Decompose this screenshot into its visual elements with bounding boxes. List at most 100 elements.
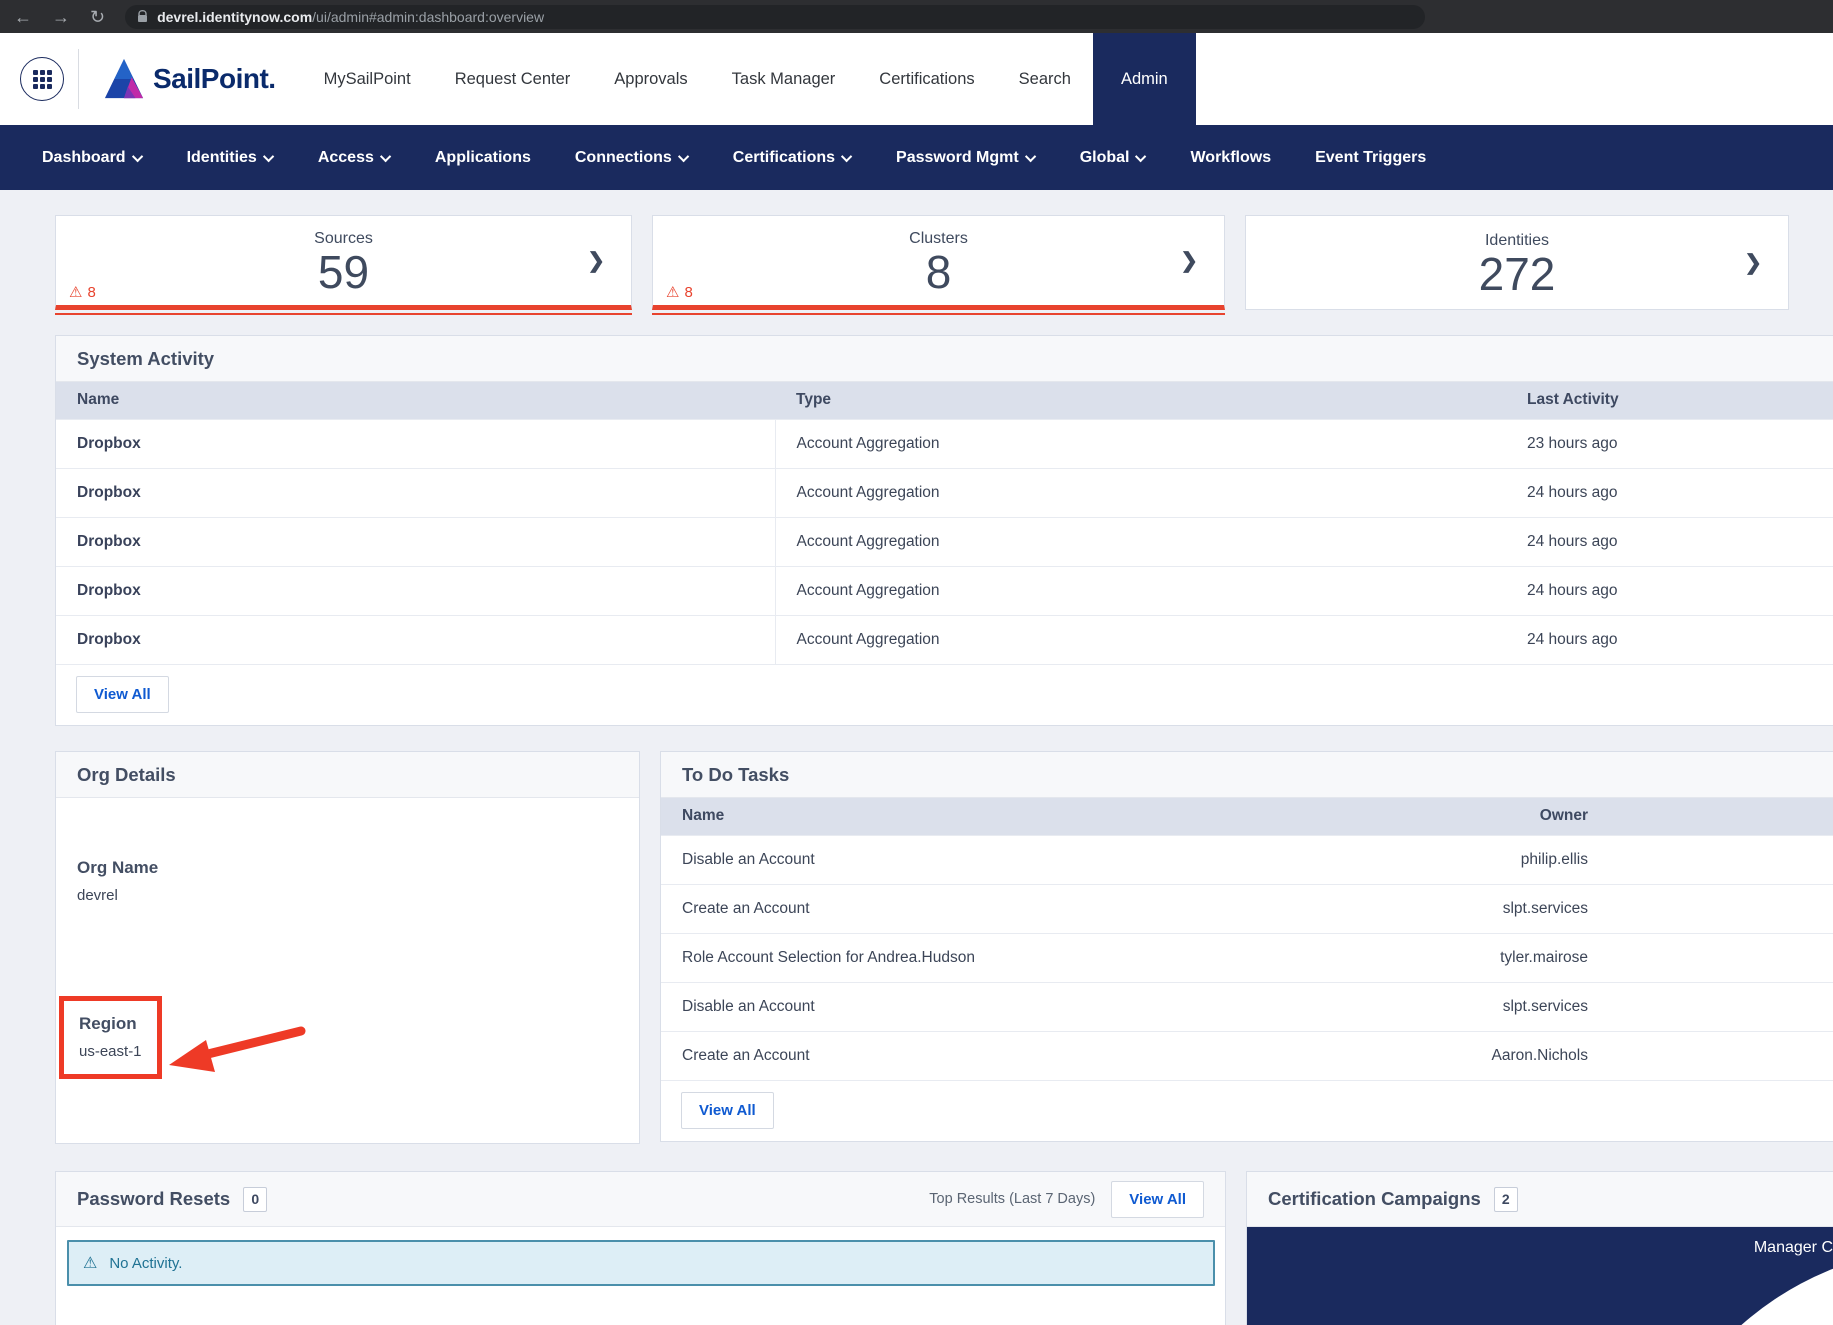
region-value: us-east-1 — [79, 1043, 142, 1060]
org-details-section: Org Details Org Name devrel Region us-ea… — [55, 751, 640, 1144]
system-activity-footer: View All — [56, 664, 1833, 725]
subnav-certifications[interactable]: Certifications — [711, 149, 874, 167]
region-label: Region — [79, 1014, 142, 1034]
table-row[interactable]: Disable an Account slpt.services — [661, 982, 1833, 1031]
password-resets-view-all-button[interactable]: View All — [1111, 1181, 1204, 1218]
top-navigation: SailPoint. MySailPoint Request Center Ap… — [0, 33, 1833, 125]
todo-tasks-header: To Do Tasks — [661, 752, 1833, 798]
system-activity-view-all-button[interactable]: View All — [76, 676, 169, 713]
certification-campaigns-count-badge: 2 — [1494, 1187, 1518, 1212]
identities-value: 272 — [1479, 250, 1556, 298]
clusters-value: 8 — [926, 248, 952, 296]
todo-tasks-table: Name Owner Disable an Account philip.ell… — [661, 798, 1833, 1080]
url-path: /ui/admin#admin:dashboard:overview — [312, 9, 544, 25]
campaign-donut-chart — [1637, 1247, 1833, 1325]
region-annotation-box: Region us-east-1 — [59, 996, 162, 1079]
chevron-down-icon — [1135, 150, 1146, 161]
clusters-warning-badge: ⚠ 8 — [666, 283, 693, 301]
password-resets-count-badge: 0 — [243, 1187, 267, 1212]
password-resets-title: Password Resets — [77, 1188, 230, 1210]
identitynow-admin-dashboard: ← → ↻ devrel.identitynow.com/ui/admin#ad… — [0, 0, 1833, 1325]
subnav-dashboard[interactable]: Dashboard — [20, 149, 165, 167]
top-nav-mysailpoint[interactable]: MySailPoint — [302, 33, 433, 125]
url-domain: devrel.identitynow.com — [157, 9, 312, 25]
table-row[interactable]: Dropbox Account Aggregation 23 hours ago — [56, 419, 1833, 468]
system-activity-title: System Activity — [77, 348, 214, 370]
column-name[interactable]: Name — [56, 382, 775, 419]
table-row[interactable]: Create an Account slpt.services — [661, 884, 1833, 933]
org-name-label: Org Name — [77, 858, 618, 878]
subnav-access[interactable]: Access — [296, 149, 413, 167]
subnav-global[interactable]: Global — [1058, 149, 1169, 167]
certification-campaigns-title: Certification Campaigns — [1268, 1188, 1481, 1210]
clusters-warning-count: 8 — [684, 284, 692, 301]
column-owner[interactable]: Owner — [1492, 798, 1833, 835]
table-header-row: Name Owner — [661, 798, 1833, 835]
todo-tasks-section: To Do Tasks Name Owner Disable an Accoun… — [660, 751, 1833, 1142]
browser-back-icon[interactable]: ← — [14, 8, 32, 26]
subnav-event-triggers[interactable]: Event Triggers — [1293, 149, 1448, 167]
table-row[interactable]: Disable an Account philip.ellis — [661, 835, 1833, 884]
sources-warning-badge: ⚠ 8 — [69, 283, 96, 301]
top-nav-request-center[interactable]: Request Center — [433, 33, 593, 125]
subnav-workflows[interactable]: Workflows — [1168, 149, 1293, 167]
campaign-name-label: Manager C — [1754, 1239, 1833, 1257]
subnav-applications[interactable]: Applications — [413, 149, 553, 167]
top-nav-admin-active[interactable]: Admin — [1093, 33, 1196, 125]
top-nav-search[interactable]: Search — [997, 33, 1093, 125]
table-row[interactable]: Dropbox Account Aggregation 24 hours ago — [56, 615, 1833, 664]
chevron-down-icon — [1025, 150, 1036, 161]
column-name[interactable]: Name — [661, 798, 1492, 835]
chevron-right-icon[interactable]: ❯ — [1744, 250, 1762, 275]
url-text: devrel.identitynow.com/ui/admin#admin:da… — [157, 9, 544, 25]
lock-icon — [137, 10, 148, 23]
grid-icon — [33, 70, 52, 89]
subnav-password-mgmt[interactable]: Password Mgmt — [874, 149, 1058, 167]
table-row[interactable]: Dropbox Account Aggregation 24 hours ago — [56, 566, 1833, 615]
subnav-identities[interactable]: Identities — [165, 149, 296, 167]
browser-forward-icon[interactable]: → — [52, 8, 70, 26]
table-row[interactable]: Dropbox Account Aggregation 24 hours ago — [56, 517, 1833, 566]
warning-icon: ⚠ — [69, 283, 82, 301]
address-bar[interactable]: devrel.identitynow.com/ui/admin#admin:da… — [125, 5, 1425, 29]
table-row[interactable]: Role Account Selection for Andrea.Hudson… — [661, 933, 1833, 982]
no-activity-alert: ⚠ No Activity. — [67, 1240, 1215, 1286]
browser-reload-icon[interactable]: ↻ — [90, 8, 105, 26]
chevron-right-icon[interactable]: ❯ — [1180, 248, 1198, 273]
app-launcher-button[interactable] — [20, 57, 64, 101]
divider — [78, 49, 79, 109]
org-details-header: Org Details — [56, 752, 639, 798]
sources-card[interactable]: Sources 59 ❯ ⚠ 8 — [55, 215, 632, 310]
bottom-row: Password Resets 0 Top Results (Last 7 Da… — [55, 1171, 1833, 1325]
chevron-down-icon — [678, 150, 689, 161]
chevron-down-icon — [263, 150, 274, 161]
sources-value: 59 — [318, 248, 369, 296]
chevron-down-icon — [841, 150, 852, 161]
column-last-activity[interactable]: Last Activity — [1506, 382, 1833, 419]
sailpoint-logo[interactable]: SailPoint. — [89, 33, 302, 125]
table-header-row: Name Type Last Activity — [56, 382, 1833, 419]
sources-warning-count: 8 — [87, 284, 95, 301]
sailpoint-sail-icon — [103, 58, 145, 100]
browser-toolbar: ← → ↻ devrel.identitynow.com/ui/admin#ad… — [0, 0, 1833, 33]
column-type[interactable]: Type — [775, 382, 1506, 419]
org-details-title: Org Details — [77, 764, 176, 786]
top-results-label: Top Results (Last 7 Days) — [929, 1191, 1095, 1207]
chevron-right-icon[interactable]: ❯ — [587, 248, 605, 273]
clusters-card[interactable]: Clusters 8 ❯ ⚠ 8 — [652, 215, 1225, 310]
subnav-connections[interactable]: Connections — [553, 149, 711, 167]
org-name-value: devrel — [77, 887, 618, 904]
top-nav-task-manager[interactable]: Task Manager — [710, 33, 858, 125]
table-row[interactable]: Dropbox Account Aggregation 24 hours ago — [56, 468, 1833, 517]
todo-tasks-view-all-button[interactable]: View All — [681, 1092, 774, 1129]
top-nav-certifications[interactable]: Certifications — [857, 33, 996, 125]
system-activity-header: System Activity — [56, 336, 1833, 382]
system-activity-table: Name Type Last Activity Dropbox Account … — [56, 382, 1833, 664]
identities-card[interactable]: Identities 272 ❯ — [1245, 215, 1789, 310]
todo-tasks-footer: View All — [661, 1080, 1833, 1141]
admin-sub-navigation: Dashboard Identities Access Applications… — [0, 125, 1833, 190]
todo-tasks-title: To Do Tasks — [682, 764, 789, 786]
chevron-down-icon — [132, 150, 143, 161]
table-row[interactable]: Create an Account Aaron.Nichols — [661, 1031, 1833, 1080]
top-nav-approvals[interactable]: Approvals — [592, 33, 709, 125]
